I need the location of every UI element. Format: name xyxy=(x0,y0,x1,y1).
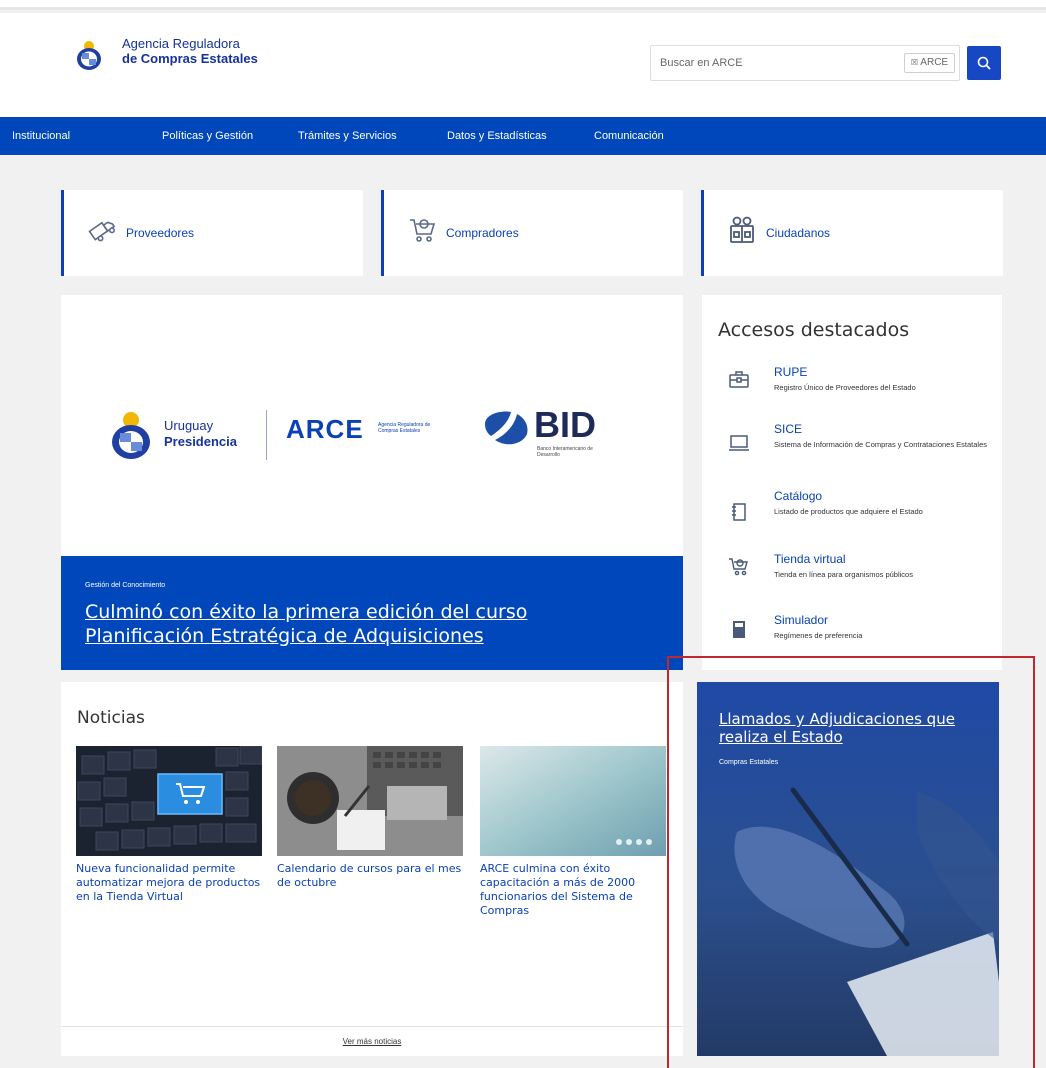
featured-access-panel: Accesos destacados RUPE Registro Único d… xyxy=(702,295,1002,670)
access-item-simulador[interactable]: Simulador Regímenes de preferencia xyxy=(718,613,998,663)
access-item-desc: Listado de productos que adquiere el Est… xyxy=(774,507,923,516)
access-item-name: RUPE xyxy=(774,365,808,379)
blurred-screen-image xyxy=(480,746,666,856)
news-item-text: ARCE culmina con éxito capacitación a má… xyxy=(480,862,636,917)
access-item-desc: Sistema de Información de Compras y Cont… xyxy=(774,440,988,449)
audience-label: Ciudadanos xyxy=(766,226,831,240)
keyboard-cart-image xyxy=(76,746,262,856)
site-logo[interactable]: Agencia Reguladora de Compras Estatales xyxy=(122,36,258,66)
search-icon xyxy=(977,56,991,70)
news-item-text: Nueva funcionalidad permite automatizar … xyxy=(76,862,261,903)
audience-card-proveedores[interactable]: Proveedores xyxy=(61,190,363,276)
news-title: Noticias xyxy=(77,708,145,728)
people-icon xyxy=(730,216,754,243)
audience-label: Compradores xyxy=(446,226,519,240)
access-item-name: SICE xyxy=(774,422,803,436)
uruguay-seal-icon[interactable] xyxy=(72,38,106,72)
access-item-sice[interactable]: SICE Sistema de Información de Compras y… xyxy=(718,422,998,472)
bid-logo-icon xyxy=(485,411,528,445)
checkbox-icon: ☒ xyxy=(910,58,919,67)
llamados-subtitle: Compras Estatales xyxy=(719,759,779,766)
access-item-rupe[interactable]: RUPE Registro Único de Proveedores del E… xyxy=(718,365,998,415)
bid-logo-text: BID xyxy=(534,404,596,445)
news-item-text: Calendario de cursos para el mes de octu… xyxy=(277,862,462,889)
hero-caption: Gestión del Conocimiento Culminó con éxi… xyxy=(61,556,683,670)
nav-item-institucional[interactable]: Institucional xyxy=(12,117,70,155)
uruguay-seal-icon xyxy=(112,412,150,459)
access-item-tienda-virtual[interactable]: Tienda virtual Tienda en línea para orga… xyxy=(718,552,998,602)
audience-card-ciudadanos[interactable]: Ciudadanos xyxy=(701,190,1003,276)
access-item-desc: Registro Único de Proveedores del Estado xyxy=(774,383,916,392)
nav-item-tramites-servicios[interactable]: Trámites y Servicios xyxy=(298,117,397,155)
news-item[interactable]: ARCE culmina con éxito capacitación a má… xyxy=(480,746,666,918)
access-item-name: Simulador xyxy=(774,613,829,627)
access-item-name: Tienda virtual xyxy=(774,552,846,566)
search-scope-label: ARCE xyxy=(920,57,949,68)
search-button[interactable] xyxy=(967,46,1001,80)
search-scope-chip[interactable]: ☒ ARCE xyxy=(904,53,955,73)
search-box: ☒ ARCE xyxy=(650,45,960,81)
logo-divider xyxy=(266,410,267,460)
coffee-laptop-image xyxy=(277,746,463,856)
catalog-icon xyxy=(732,503,746,521)
logo-line-2: de Compras Estatales xyxy=(122,51,258,66)
nav-item-comunicacion[interactable]: Comunicación xyxy=(594,117,664,155)
search-input[interactable] xyxy=(651,46,891,80)
access-item-desc: Regímenes de preferencia xyxy=(774,631,863,640)
audience-label: Proveedores xyxy=(126,226,195,240)
truck-icon xyxy=(88,221,116,242)
logo-line-1: Agencia Reguladora xyxy=(122,36,240,51)
access-item-desc: Tienda en línea para organismos públicos xyxy=(774,570,913,579)
featured-access-title: Accesos destacados xyxy=(718,319,910,341)
access-item-catalogo[interactable]: Catálogo Listado de productos que adquie… xyxy=(718,489,998,539)
calculator-icon xyxy=(733,621,745,638)
cart-icon xyxy=(729,558,748,576)
monitor-icon xyxy=(729,435,749,451)
partner-logos: Uruguay Presidencia ARCE Agencia Regulad… xyxy=(106,400,626,490)
hero-kicker: Gestión del Conocimiento xyxy=(85,582,166,589)
briefcase-icon xyxy=(729,371,749,388)
nav-item-politicas-gestion[interactable]: Políticas y Gestión xyxy=(162,117,253,155)
news-item[interactable]: Calendario de cursos para el mes de octu… xyxy=(277,746,463,890)
llamados-banner[interactable]: Llamados y Adjudicaciones que realiza el… xyxy=(697,682,999,1056)
nav-item-datos-estadisticas[interactable]: Datos y Estadísticas xyxy=(447,117,547,155)
news-section: Noticias Nueva funcionalidad permite aut… xyxy=(61,682,683,1056)
access-item-name: Catálogo xyxy=(774,489,823,503)
top-border xyxy=(0,0,1046,10)
arce-logo: ARCE Agencia Reguladora de Compras Estat… xyxy=(286,414,431,444)
hero-title-link[interactable]: Culminó con éxito la primera edición del… xyxy=(85,600,645,648)
bid-logo-subtext: Banco Interamericano de Desarrollo xyxy=(537,446,593,458)
audience-card-compradores[interactable]: Compradores xyxy=(381,190,683,276)
main-nav: Institucional Políticas y Gestión Trámit… xyxy=(0,117,1046,155)
cart-icon xyxy=(410,219,436,242)
hero-banner[interactable]: Uruguay Presidencia ARCE Agencia Regulad… xyxy=(61,295,683,670)
news-item[interactable]: Nueva funcionalidad permite automatizar … xyxy=(76,746,262,904)
logo-uruguay-text: Uruguay Presidencia xyxy=(164,418,237,449)
more-news-link[interactable]: Ver más noticias xyxy=(61,1026,683,1056)
llamados-title-link[interactable]: Llamados y Adjudicaciones que realiza el… xyxy=(719,710,979,746)
